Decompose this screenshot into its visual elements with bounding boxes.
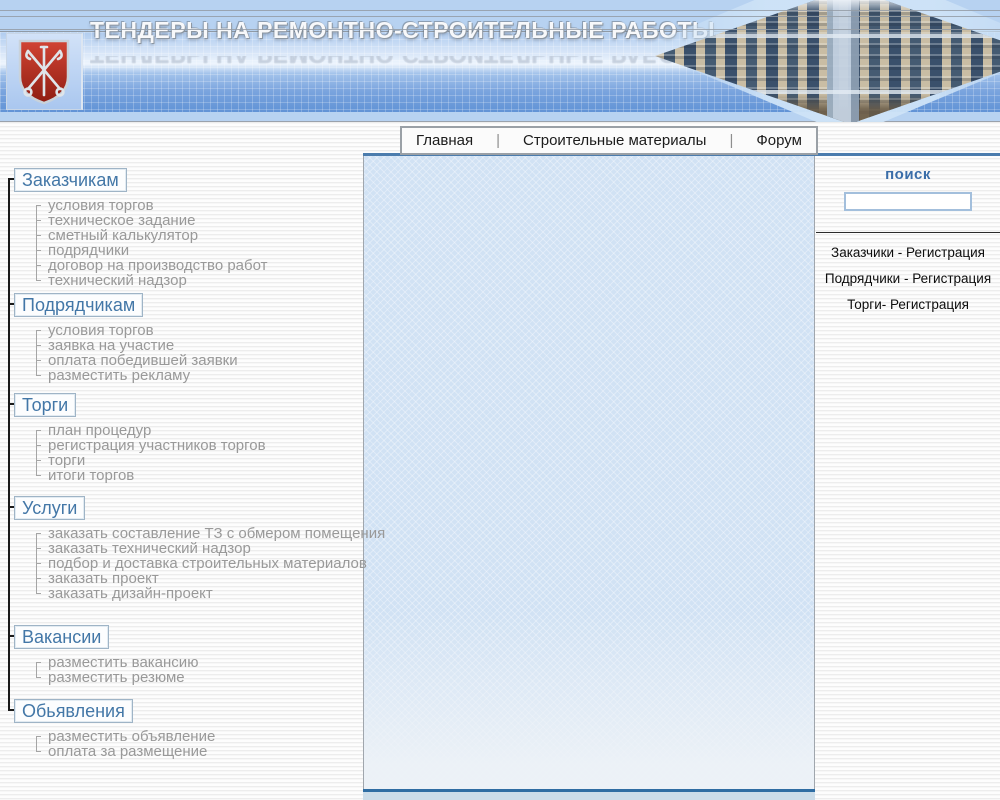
sidebar-subitem[interactable]: разместить объявление [35, 729, 215, 744]
content-footer-strip [363, 792, 815, 800]
site-title: ТЕНДЕРЫ НА РЕМОНТНО-СТРОИТЕЛЬНЫЕ РАБОТЫ [90, 17, 716, 43]
sidebar-header-vacancies[interactable]: Вакансии [14, 625, 110, 649]
sidebar-header-contractors[interactable]: Подрядчикам [14, 293, 144, 317]
sidebar-header-customers[interactable]: Заказчикам [14, 168, 127, 192]
site-header: ТЕНДЕРЫ НА РЕМОНТНО-СТРОИТЕЛЬНЫЕ РАБОТЫ … [0, 0, 1000, 122]
sidebar-tree-line [8, 180, 10, 711]
sidebar-items-customers: условия торгов техническое задание сметн… [14, 198, 268, 288]
main-nav: Главная | Строительные материалы | Форум [400, 126, 818, 155]
sidebar-subitem[interactable]: торги [36, 453, 266, 468]
sidebar-subitem[interactable]: итоги торгов [36, 468, 266, 483]
sidebar-header-services[interactable]: Услуги [14, 496, 86, 520]
page: ТЕНДЕРЫ НА РЕМОНТНО-СТРОИТЕЛЬНЫЕ РАБОТЫ … [0, 0, 1000, 800]
crest-box [6, 33, 83, 110]
title-wrap: ТЕНДЕРЫ НА РЕМОНТНО-СТРОИТЕЛЬНЫЕ РАБОТЫ … [90, 0, 730, 80]
sidebar-subitem[interactable]: оплата победившей заявки [36, 353, 238, 368]
search-input[interactable] [844, 192, 972, 211]
sidebar-subitem[interactable]: подрядчики [36, 243, 268, 258]
sidebar-subitem[interactable]: заказать составление ТЗ с обмером помеще… [35, 526, 385, 541]
sidebar-items-tenders: план процедур регистрация участников тор… [14, 423, 266, 483]
sidebar-items-services: заказать составление ТЗ с обмером помеще… [14, 526, 385, 601]
registration-link[interactable]: Заказчики - Регистрация [816, 246, 1000, 260]
right-divider [816, 232, 1000, 233]
sidebar-subitem[interactable]: условия торгов [36, 198, 268, 213]
sidebar-items-vacancies: разместить вакансию разместить резюме [14, 655, 198, 685]
sidebar-items-contractors: условия торгов заявка на участие оплата … [14, 323, 238, 383]
sidebar-subitem[interactable]: технический надзор [36, 273, 268, 288]
sidebar-subitem[interactable]: регистрация участников торгов [36, 438, 266, 453]
spb-coat-of-arms-icon [18, 39, 70, 104]
sidebar-subitem[interactable]: заказать проект [35, 571, 385, 586]
sidebar-section-services: Услуги заказать составление ТЗ с обмером… [7, 496, 385, 601]
sidebar-items-announcements: разместить объявление оплата за размещен… [14, 729, 215, 759]
sidebar-header-tenders[interactable]: Торги [14, 393, 77, 417]
sidebar-subitem[interactable]: разместить резюме [35, 670, 198, 685]
sidebar-subitem[interactable]: техническое задание [36, 213, 268, 228]
sidebar-section-tenders: Торги план процедур регистрация участник… [8, 393, 266, 483]
sidebar-subitem[interactable]: заказать дизайн-проект [35, 586, 385, 601]
sidebar-section-vacancies: Вакансии разместить вакансию разместить … [7, 625, 198, 685]
sidebar-subitem[interactable]: заявка на участие [36, 338, 238, 353]
search-label: поиск [885, 166, 931, 183]
band-line [0, 16, 1000, 17]
sidebar-header-announcements[interactable]: Обьявления [14, 699, 133, 723]
sidebar: Заказчикам условия торгов техническое за… [0, 153, 385, 800]
site-title-reflection: ТЕНДЕРЫ НА РЕМОНТНО-СТРОИТЕЛЬНЫЕ РАБОТЫ [90, 56, 715, 68]
sidebar-subitem[interactable]: сметный калькулятор [36, 228, 268, 243]
nav-item-home[interactable]: Главная [416, 132, 473, 149]
sidebar-subitem[interactable]: подбор и доставка строительных материало… [35, 556, 385, 571]
nav-separator: | [496, 132, 501, 149]
nav-separator: | [729, 132, 734, 149]
sidebar-subitem[interactable]: разместить вакансию [35, 655, 198, 670]
nav-item-materials[interactable]: Строительные материалы [523, 132, 706, 149]
sidebar-subitem[interactable]: договор на производство работ [36, 258, 268, 273]
content-area [363, 156, 815, 789]
registration-links: Заказчики - Регистрация Подрядчики - Рег… [816, 246, 1000, 312]
registration-link[interactable]: Торги- Регистрация [816, 298, 1000, 312]
registration-link[interactable]: Подрядчики - Регистрация [816, 272, 1000, 286]
sidebar-subitem[interactable]: заказать технический надзор [35, 541, 385, 556]
sidebar-section-customers: Заказчикам условия торгов техническое за… [8, 168, 268, 288]
band-line [0, 10, 1000, 11]
sidebar-subitem[interactable]: условия торгов [36, 323, 238, 338]
right-sidebar: поиск Заказчики - Регистрация Подрядчики… [816, 156, 1000, 800]
sidebar-section-contractors: Подрядчикам условия торгов заявка на уча… [8, 293, 238, 383]
band-line [0, 29, 1000, 30]
sidebar-section-announcements: Обьявления разместить объявление оплата … [7, 699, 215, 759]
sidebar-subitem[interactable]: разместить рекламу [36, 368, 238, 383]
sidebar-subitem[interactable]: оплата за размещение [35, 744, 215, 759]
nav-item-forum[interactable]: Форум [756, 132, 802, 149]
sidebar-subitem[interactable]: план процедур [36, 423, 266, 438]
